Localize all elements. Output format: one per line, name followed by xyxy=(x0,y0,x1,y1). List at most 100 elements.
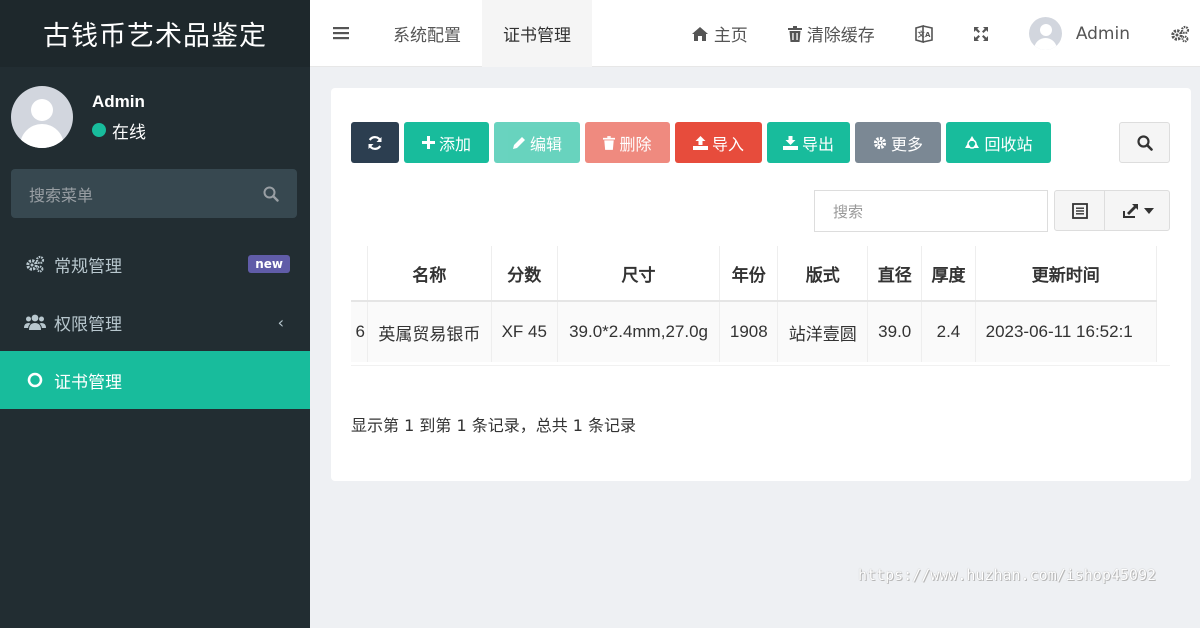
fullscreen-icon xyxy=(973,26,988,41)
sidebar-item-general[interactable]: 常规管理 new xyxy=(0,235,310,293)
top-navbar: 系统配置 证书管理 主页 清除缓存 文A Admin xyxy=(310,0,1200,67)
cell-style: 站洋壹圆 xyxy=(777,301,869,362)
delete-button[interactable]: 删除 xyxy=(585,122,670,163)
sidebar-item-label: 常规管理 xyxy=(54,256,122,277)
columns-toggle-button[interactable] xyxy=(1055,191,1105,230)
col-style-header[interactable]: 版式 xyxy=(777,246,869,302)
users-icon xyxy=(24,313,46,331)
user-status-label: 在线 xyxy=(112,122,146,143)
export-button[interactable]: 导出 xyxy=(767,122,850,163)
user-panel: Admin 在线 xyxy=(0,67,310,167)
gear-icon xyxy=(873,136,887,150)
tab-system-config[interactable]: 系统配置 xyxy=(372,0,482,67)
user-status: 在线 xyxy=(92,118,146,143)
cell-id: 6 xyxy=(351,301,368,362)
gears-icon xyxy=(1171,25,1190,42)
toolbar: 添加 编辑 删除 导入 导出 更多 回收站 xyxy=(351,122,1056,163)
table-header-row: 名称 分数 尺寸 年份 版式 直径 厚度 更新时间 xyxy=(351,246,1158,302)
edit-label: 编辑 xyxy=(529,134,562,154)
svg-text:A: A xyxy=(925,31,931,39)
table-search-placeholder: 搜索 xyxy=(833,202,864,221)
sidebar-item-permissions[interactable]: 权限管理 ‹ xyxy=(0,293,310,351)
advanced-search-button[interactable] xyxy=(1119,122,1170,163)
search-icon xyxy=(1136,134,1153,151)
col-id-header[interactable] xyxy=(351,246,368,302)
home-link[interactable]: 主页 xyxy=(671,0,768,67)
avatar xyxy=(11,86,73,148)
export-icon xyxy=(1122,203,1138,218)
trash-icon xyxy=(787,25,802,42)
table-row[interactable]: 6 英属贸易银币 XF 45 39.0*2.4mm,27.0g 1908 站洋壹… xyxy=(351,301,1158,362)
refresh-button[interactable] xyxy=(351,122,399,163)
pagination-info: 显示第 1 到第 1 条记录，总共 1 条记录 xyxy=(351,416,637,435)
sidebar-item-certificates[interactable]: 证书管理 xyxy=(0,351,310,409)
upload-icon xyxy=(692,135,708,150)
app-title[interactable]: 古钱币艺术品鉴定 xyxy=(0,0,310,67)
watermark: https://www.huzhan.com/ishop45092 xyxy=(858,566,1157,584)
fullscreen-button[interactable] xyxy=(953,0,1009,67)
col-year-header[interactable]: 年份 xyxy=(719,246,779,302)
import-label: 导入 xyxy=(711,134,744,154)
cell-name: 英属贸易银币 xyxy=(367,301,492,362)
settings-button[interactable] xyxy=(1150,0,1200,67)
table-search-input[interactable]: 搜索 xyxy=(814,190,1048,232)
export-dropdown-button[interactable] xyxy=(1105,191,1169,230)
col-thickness-header[interactable]: 厚度 xyxy=(921,246,976,302)
translate-icon: 文A xyxy=(915,24,933,43)
recycle-icon xyxy=(964,135,980,151)
pencil-icon xyxy=(512,136,526,150)
refresh-icon xyxy=(368,135,382,150)
hamburger-icon xyxy=(333,27,349,40)
more-button[interactable]: 更多 xyxy=(855,122,941,163)
sidebar-menu: 常规管理 new 权限管理 ‹ 证书管理 xyxy=(0,235,310,409)
tab-certificates[interactable]: 证书管理 xyxy=(482,0,592,67)
sidebar-item-label: 权限管理 xyxy=(54,314,122,335)
avatar xyxy=(1028,17,1062,50)
table-tools xyxy=(1054,190,1170,231)
more-label: 更多 xyxy=(890,134,923,154)
col-name-header[interactable]: 名称 xyxy=(367,246,492,302)
cell-diameter: 39.0 xyxy=(867,301,923,362)
add-label: 添加 xyxy=(438,134,471,154)
menu-toggle-button[interactable] xyxy=(310,0,372,67)
translate-button[interactable]: 文A xyxy=(895,0,953,67)
plus-icon xyxy=(421,136,435,149)
online-dot-icon xyxy=(92,123,106,137)
download-icon xyxy=(782,135,798,150)
user-name: Admin xyxy=(92,91,145,111)
col-score-header[interactable]: 分数 xyxy=(491,246,558,302)
circle-icon xyxy=(24,372,46,388)
sidebar-search-input[interactable]: 搜索菜单 xyxy=(11,169,297,218)
add-button[interactable]: 添加 xyxy=(404,122,489,163)
user-menu[interactable]: Admin xyxy=(1009,0,1150,67)
list-icon xyxy=(1071,202,1088,219)
export-label: 导出 xyxy=(801,134,834,154)
clear-cache-button[interactable]: 清除缓存 xyxy=(768,0,895,67)
sidebar-item-label: 证书管理 xyxy=(54,372,122,393)
col-size-header[interactable]: 尺寸 xyxy=(557,246,721,302)
search-icon xyxy=(263,186,279,202)
cell-size: 39.0*2.4mm,27.0g xyxy=(557,301,721,362)
trash-icon xyxy=(603,135,616,150)
delete-label: 删除 xyxy=(619,134,652,154)
horizontal-scrollbar[interactable] xyxy=(351,365,1170,366)
caret-down-icon xyxy=(1143,207,1154,214)
cell-year: 1908 xyxy=(719,301,779,362)
data-table: 名称 分数 尺寸 年份 版式 直径 厚度 更新时间 6 英属贸易银币 XF 45… xyxy=(351,246,1170,366)
recycle-label: 回收站 xyxy=(984,134,1033,154)
navbar-user-name: Admin xyxy=(1075,23,1130,44)
new-badge: new xyxy=(248,255,290,273)
col-diameter-header[interactable]: 直径 xyxy=(867,246,923,302)
recycle-bin-button[interactable]: 回收站 xyxy=(946,122,1051,163)
chevron-left-icon: ‹ xyxy=(277,312,284,332)
clear-cache-label: 清除缓存 xyxy=(806,26,875,46)
cell-updated: 2023-06-11 16:52:1 xyxy=(975,301,1158,362)
gears-icon xyxy=(24,255,46,273)
import-button[interactable]: 导入 xyxy=(675,122,762,163)
home-icon xyxy=(691,26,709,42)
home-label: 主页 xyxy=(713,26,748,46)
edit-button[interactable]: 编辑 xyxy=(494,122,580,163)
cell-score: XF 45 xyxy=(491,301,558,362)
sidebar-search-placeholder: 搜索菜单 xyxy=(29,185,94,205)
col-updated-header[interactable]: 更新时间 xyxy=(975,246,1158,302)
